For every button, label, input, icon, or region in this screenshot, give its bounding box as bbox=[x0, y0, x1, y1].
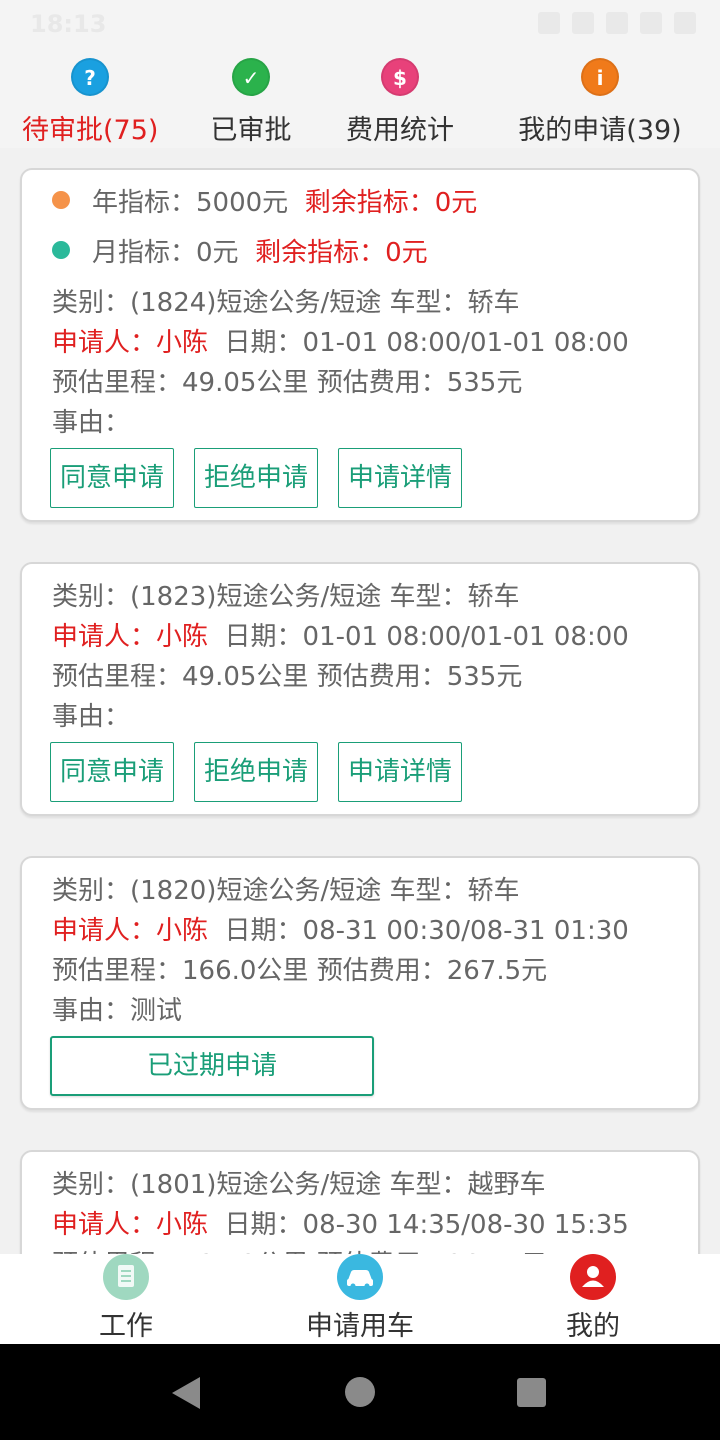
car-icon bbox=[337, 1254, 383, 1300]
tab-approved-label: 已审批 bbox=[210, 115, 292, 146]
year-quota-dot bbox=[52, 191, 70, 209]
tab-my-applications[interactable]: i 我的申请(39) bbox=[518, 58, 682, 148]
tab-approved[interactable]: ✓ 已审批 bbox=[206, 58, 296, 148]
category-line: 类别：(1823)短途公务/短途 车型：轿车 bbox=[52, 582, 520, 612]
reject-button[interactable]: 拒绝申请 bbox=[194, 742, 318, 802]
nav-mine[interactable]: 我的 bbox=[558, 1254, 628, 1343]
category-line: 类别：(1824)短途公务/短途 车型：轿车 bbox=[52, 288, 520, 318]
tab-pending-label: 待审批(75) bbox=[22, 115, 159, 146]
sim-icon bbox=[572, 12, 594, 34]
bottom-nav: 工作 申请用车 我的 bbox=[0, 1254, 720, 1344]
reason-line: 事由： bbox=[52, 408, 131, 438]
battery-icon bbox=[674, 12, 696, 34]
approve-button[interactable]: 同意申请 bbox=[50, 448, 174, 508]
reason-line: 事由：测试 bbox=[52, 996, 183, 1026]
category-line: 类别：(1820)短途公务/短途 车型：轿车 bbox=[52, 876, 520, 906]
approve-button[interactable]: 同意申请 bbox=[50, 742, 174, 802]
estimate-line: 预估里程：135.0公里 预估费用：267.5元 bbox=[52, 1244, 547, 1254]
application-list[interactable]: 年指标：5000元 剩余指标：0元 月指标：0元 剩余指标：0元 类别：(182… bbox=[0, 148, 720, 1254]
estimate-line: 预估里程：49.05公里 预估费用：535元 bbox=[52, 368, 523, 398]
month-quota: 月指标：0元 bbox=[92, 238, 239, 268]
category-line: 类别：(1801)短途公务/短途 车型：越野车 bbox=[52, 1170, 546, 1200]
month-quota-dot bbox=[52, 241, 70, 259]
date: 日期：08-31 00:30/08-31 01:30 bbox=[224, 916, 629, 946]
details-button[interactable]: 申请详情 bbox=[338, 742, 462, 802]
reject-button[interactable]: 拒绝申请 bbox=[194, 448, 318, 508]
home-icon[interactable] bbox=[345, 1377, 375, 1407]
recent-apps-icon[interactable] bbox=[517, 1378, 546, 1407]
applicant: 申请人：小陈 bbox=[52, 622, 209, 652]
status-icons bbox=[538, 12, 696, 34]
work-list-icon bbox=[103, 1254, 149, 1300]
back-icon[interactable] bbox=[172, 1377, 200, 1409]
applicant-date-line: 申请人：小陈 日期：01-01 08:00/01-01 08:00 bbox=[52, 616, 629, 653]
status-bar: 18:13 bbox=[0, 0, 720, 50]
nav-request-car-label: 申请用车 bbox=[306, 1311, 414, 1342]
tab-pending[interactable]: ? 待审批(75) bbox=[22, 58, 158, 148]
applicant-date-line: 申请人：小陈 日期：08-31 00:30/08-31 01:30 bbox=[52, 910, 629, 947]
application-card: 类别：(1801)短途公务/短途 车型：越野车 申请人：小陈 日期：08-30 … bbox=[20, 1150, 700, 1254]
applicant: 申请人：小陈 bbox=[52, 328, 209, 358]
info-icon: i bbox=[581, 58, 619, 96]
nav-request-car[interactable]: 申请用车 bbox=[300, 1254, 420, 1343]
application-card: 类别：(1820)短途公务/短途 车型：轿车 申请人：小陈 日期：08-31 0… bbox=[20, 856, 700, 1110]
year-remaining: 剩余指标：0元 bbox=[304, 188, 478, 218]
applicant-date-line: 申请人：小陈 日期：01-01 08:00/01-01 08:00 bbox=[52, 322, 629, 359]
applicant-date-line: 申请人：小陈 日期：08-30 14:35/08-30 15:35 bbox=[52, 1204, 629, 1241]
nav-work-label: 工作 bbox=[99, 1311, 153, 1342]
signal-icon bbox=[640, 12, 662, 34]
top-tabs: ? 待审批(75) ✓ 已审批 $ 费用统计 i 我的申请(39) bbox=[0, 50, 720, 148]
check-icon: ✓ bbox=[232, 58, 270, 96]
month-quota-row: 月指标：0元 剩余指标：0元 bbox=[52, 232, 428, 269]
expired-application-button[interactable]: 已过期申请 bbox=[50, 1036, 374, 1096]
month-remaining: 剩余指标：0元 bbox=[255, 238, 428, 268]
tab-cost-stats-label: 费用统计 bbox=[346, 115, 454, 146]
year-quota: 年指标：5000元 bbox=[92, 188, 289, 218]
reason-line: 事由： bbox=[52, 702, 131, 732]
question-icon: ? bbox=[71, 58, 109, 96]
dollar-icon: $ bbox=[381, 58, 419, 96]
year-quota-row: 年指标：5000元 剩余指标：0元 bbox=[52, 182, 477, 219]
user-icon bbox=[570, 1254, 616, 1300]
date: 日期：01-01 08:00/01-01 08:00 bbox=[224, 622, 629, 652]
estimate-line: 预估里程：49.05公里 预估费用：535元 bbox=[52, 662, 523, 692]
system-nav-bar bbox=[0, 1344, 720, 1440]
location-icon bbox=[538, 12, 560, 34]
applicant: 申请人：小陈 bbox=[52, 916, 209, 946]
tab-my-applications-label: 我的申请(39) bbox=[518, 115, 682, 146]
applicant: 申请人：小陈 bbox=[52, 1210, 209, 1240]
details-button[interactable]: 申请详情 bbox=[338, 448, 462, 508]
date: 日期：01-01 08:00/01-01 08:00 bbox=[224, 328, 629, 358]
estimate-line: 预估里程：166.0公里 预估费用：267.5元 bbox=[52, 956, 548, 986]
application-card: 年指标：5000元 剩余指标：0元 月指标：0元 剩余指标：0元 类别：(182… bbox=[20, 168, 700, 522]
nav-work[interactable]: 工作 bbox=[90, 1254, 162, 1343]
status-time: 18:13 bbox=[30, 10, 107, 38]
nav-mine-label: 我的 bbox=[566, 1311, 620, 1342]
wifi-icon bbox=[606, 12, 628, 34]
application-card: 类别：(1823)短途公务/短途 车型：轿车 申请人：小陈 日期：01-01 0… bbox=[20, 562, 700, 816]
tab-cost-stats[interactable]: $ 费用统计 bbox=[344, 58, 456, 148]
date: 日期：08-30 14:35/08-30 15:35 bbox=[224, 1210, 629, 1240]
